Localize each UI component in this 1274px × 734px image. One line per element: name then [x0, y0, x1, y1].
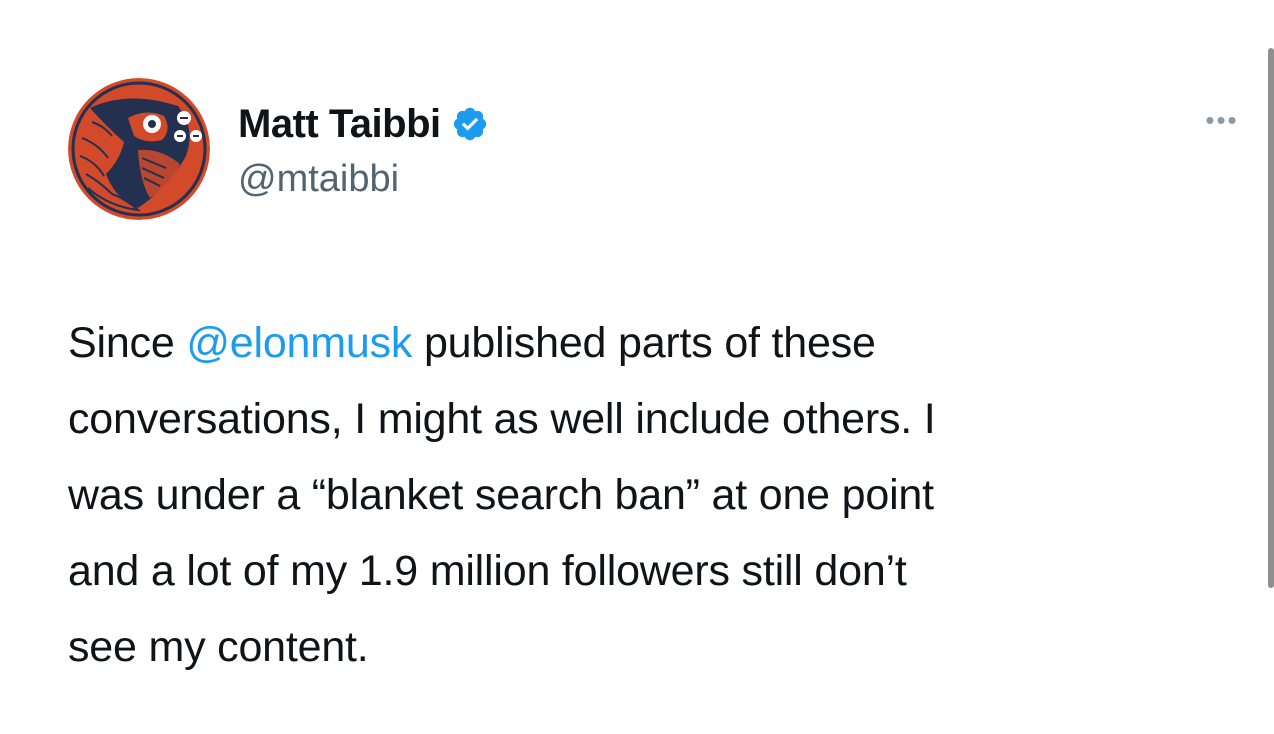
tweet-text-line-2: conversations, I might as well include o… — [68, 395, 936, 443]
tweet-text-segment: published parts of these — [412, 319, 876, 367]
avatar[interactable] — [68, 78, 210, 220]
tweet-text-line-5: see my content. — [68, 623, 369, 671]
tweet-text: Since @elonmusk published parts of these… — [68, 305, 1248, 685]
tweet-text-line-1: Since @elonmusk published parts of these — [68, 305, 1248, 381]
tweet-text-line-3: was under a “blanket search ban” at one … — [68, 471, 934, 519]
scrollbar[interactable] — [1268, 48, 1274, 588]
verified-badge-icon — [451, 105, 489, 143]
tweet-card: Matt Taibbi @mtaibbi ••• Since @elonmusk… — [0, 0, 1274, 734]
author-display-name[interactable]: Matt Taibbi — [238, 102, 441, 147]
fish-illustration-avatar — [68, 78, 210, 220]
mention-link[interactable]: @elonmusk — [186, 319, 412, 367]
author-handle[interactable]: @mtaibbi — [238, 158, 399, 201]
tweet-text-line-4: and a lot of my 1.9 million followers st… — [68, 547, 907, 595]
tweet-text-segment: Since — [68, 319, 187, 367]
author-name-row: Matt Taibbi — [238, 98, 489, 150]
more-options-icon[interactable]: ••• — [1196, 105, 1248, 135]
